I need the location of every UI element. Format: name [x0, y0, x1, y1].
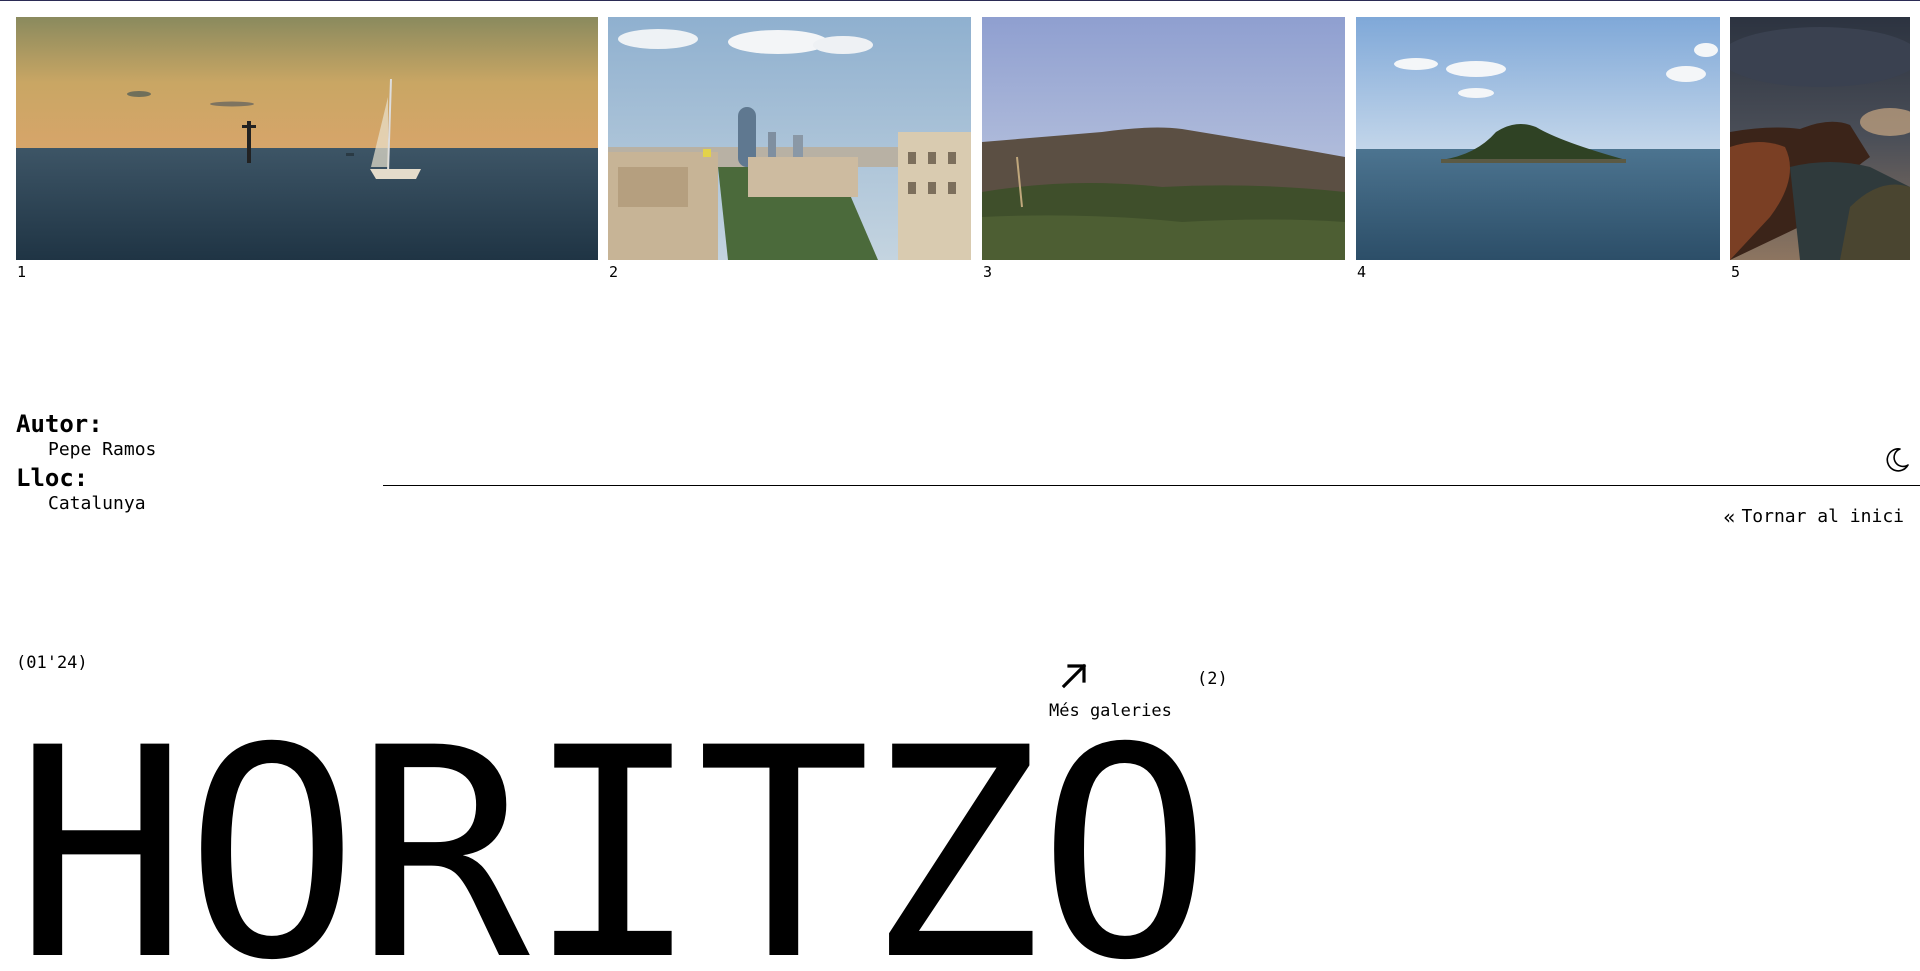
gallery-title: HORITZO [14, 687, 1212, 971]
gallery-meta: Autor: Pepe Ramos Lloc: Catalunya [16, 410, 156, 518]
place-value: Catalunya [48, 493, 146, 514]
gallery-item-number: 3 [983, 263, 993, 281]
gallery-photo-3[interactable] [982, 17, 1345, 260]
author-label: Autor: [16, 410, 103, 438]
divider [383, 485, 1920, 486]
author-value: Pepe Ramos [48, 439, 157, 460]
arrow-up-right-icon [1059, 660, 1089, 690]
photo-gallery-strip[interactable]: 1 2 3 4 5 [0, 0, 1920, 290]
gallery-item-number: 1 [17, 263, 27, 281]
gallery-photo-4[interactable] [1356, 17, 1720, 260]
double-chevron-left-icon: « [1723, 505, 1736, 529]
back-to-home-link[interactable]: « Tornar al inici [1723, 505, 1904, 529]
place-label: Lloc: [16, 464, 89, 492]
gallery-item-number: 4 [1357, 263, 1367, 281]
gallery-date: (01'24) [16, 653, 88, 673]
moon-icon[interactable] [1883, 445, 1911, 473]
gallery-photo-5[interactable] [1730, 17, 1910, 260]
gallery-photo-2[interactable] [608, 17, 971, 260]
back-to-home-label: Tornar al inici [1741, 506, 1904, 527]
gallery-photo-1[interactable] [16, 17, 598, 260]
gallery-item-number: 2 [609, 263, 619, 281]
gallery-item-number: 5 [1731, 263, 1741, 281]
